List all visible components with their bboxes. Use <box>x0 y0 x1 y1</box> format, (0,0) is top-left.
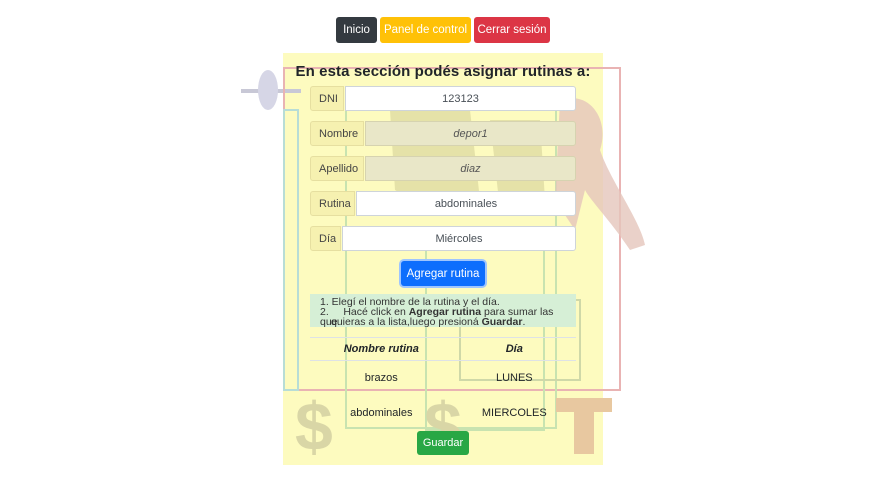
table-row: brazos LUNES <box>310 361 576 396</box>
agregar-rutina-button[interactable]: Agregar rutina <box>401 261 485 286</box>
header-nombre-rutina: Nombre rutina <box>310 337 453 361</box>
inicio-button[interactable]: Inicio <box>336 17 377 43</box>
rutina-label: Rutina <box>310 191 355 216</box>
apellido-input: diaz <box>365 156 576 181</box>
header-dia: Día <box>452 337 576 361</box>
rutina-row: Rutina abdominales <box>310 191 576 216</box>
top-nav: Inicio Panel de control Cerrar sesión <box>0 17 886 43</box>
nombre-label: Nombre <box>310 121 364 146</box>
dia-select[interactable]: Miércoles <box>342 226 576 251</box>
panel-de-control-button[interactable]: Panel de control <box>380 17 471 43</box>
dia-row: Día Miércoles <box>310 226 576 251</box>
rutina-select[interactable]: abdominales <box>356 191 576 216</box>
cell-rutina: abdominales <box>350 407 413 419</box>
instruction-2-cont: quieras a la lista,luego presioná Guarda… <box>331 316 526 328</box>
instruction-3-bold: Guardar <box>481 316 523 328</box>
cell-dia: MIERCOLES <box>481 407 547 419</box>
table-row: abdominales MIERCOLES <box>310 396 576 431</box>
cerrar-sesion-button[interactable]: Cerrar sesión <box>474 17 550 43</box>
table-header-row: Nombre rutina Día <box>310 337 576 361</box>
dni-row: DNI 123123 <box>310 86 576 111</box>
instruction-3-suffix: . <box>522 316 526 328</box>
dni-input[interactable]: 123123 <box>345 86 576 111</box>
apellido-label: Apellido <box>310 156 364 181</box>
apellido-row: Apellido diaz <box>310 156 576 181</box>
cell-rutina: brazos <box>364 372 398 384</box>
rutinas-table: Nombre rutina Día brazos LUNES abdominal… <box>310 337 576 431</box>
cell-dia: LUNES <box>495 372 533 384</box>
page-title: En esta sección podés asignar rutinas a: <box>295 63 591 80</box>
nombre-row: Nombre depor1 <box>310 121 576 146</box>
instructions-list: 1. Elegí el nombre de la rutina y el día… <box>310 294 576 327</box>
nombre-input: depor1 <box>365 121 576 146</box>
dia-label: Día <box>310 226 341 251</box>
instruction-3-text: quieras a la lista,luego presioná <box>331 316 482 328</box>
dni-label: DNI <box>310 86 344 111</box>
guardar-button[interactable]: Guardar <box>417 431 469 455</box>
